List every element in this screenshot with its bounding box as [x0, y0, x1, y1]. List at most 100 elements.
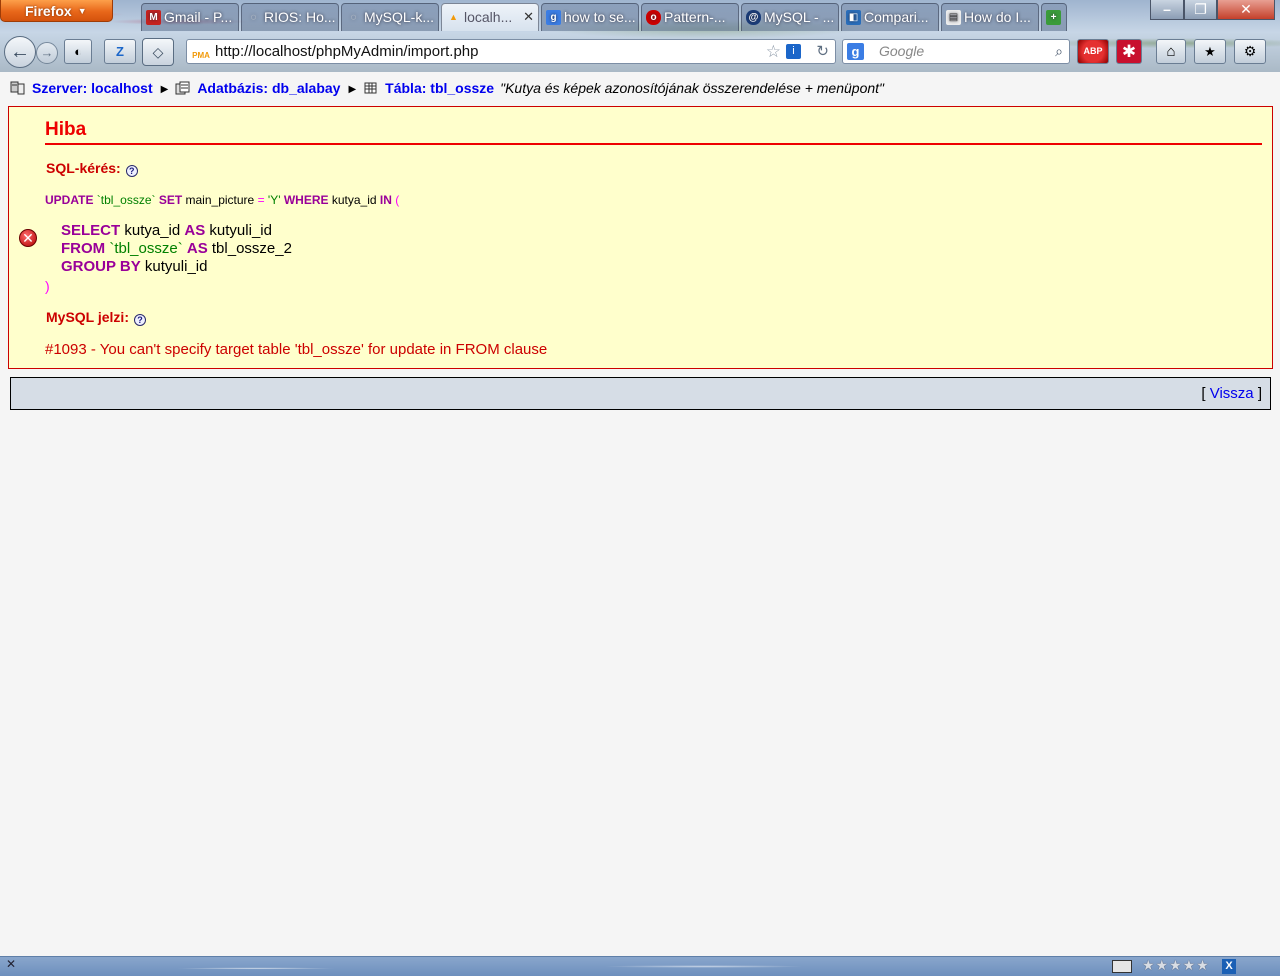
adblock-icon: ABP	[1083, 46, 1103, 56]
help-icon[interactable]: ?	[133, 314, 146, 326]
tab-how-to-se[interactable]: g how to se...	[541, 3, 639, 31]
url-bar[interactable]: PMA http://localhost/phpMyAdmin/import.p…	[186, 39, 836, 64]
sql-keyword: AS	[186, 240, 208, 257]
mysql-icon: @	[746, 10, 761, 25]
new-tab-button[interactable]: +	[1041, 3, 1067, 31]
reload-icon[interactable]: ↻	[816, 40, 829, 63]
diamond-icon: ◇	[152, 44, 164, 60]
new-tab-icon: +	[1046, 10, 1061, 25]
loading-icon: ◌	[250, 12, 257, 23]
gear-icon: ⚙	[1243, 43, 1257, 59]
arrow-left-icon: ←	[10, 41, 30, 63]
sql-column: main_picture	[185, 193, 255, 207]
breadcrumb-database-link[interactable]: Adatbázis: db_alabay	[197, 80, 340, 96]
tab-strip: Firefox ▼ M Gmail - P... ◌ RIOS: Ho... ◌ …	[0, 0, 1280, 32]
gmail-icon: M	[146, 10, 161, 25]
chevron-down-icon: ▼	[77, 6, 87, 16]
sql-keyword: IN	[379, 193, 392, 207]
sql-query-label-text: SQL-kérés:	[46, 160, 121, 176]
server-icon	[10, 81, 26, 95]
sql-operator: =	[257, 193, 265, 207]
phpmyadmin-site-icon: PMA	[192, 51, 210, 60]
tab-how-do-i[interactable]: ▤ How do I...	[941, 3, 1039, 31]
sql-column: kutya_id	[331, 193, 377, 207]
document-icon: ▤	[946, 10, 961, 25]
tab-rios[interactable]: ◌ RIOS: Ho...	[241, 3, 339, 31]
window-close-button[interactable]: ✕	[1217, 0, 1275, 20]
sql-keyword: UPDATE	[45, 193, 94, 207]
back-link[interactable]: Vissza	[1210, 385, 1254, 402]
sql-table-name: `tbl_ossze`	[109, 240, 183, 257]
sql-table-name: `tbl_ossze`	[96, 193, 156, 207]
sql-query-label: SQL-kérés:?	[46, 160, 138, 177]
arrow-right-icon: →	[40, 45, 54, 60]
tab-compari[interactable]: ◧ Compari...	[841, 3, 939, 31]
location-addon-button[interactable]: ◇	[142, 38, 174, 66]
tab-label: MySQL - ...	[764, 9, 835, 25]
status-bar: ✕ ★★★★★ X	[0, 956, 1280, 976]
search-placeholder: Google	[879, 43, 925, 59]
tab-mysql[interactable]: @ MySQL - ...	[741, 3, 839, 31]
close-tab-icon[interactable]: ✕	[523, 4, 534, 30]
back-close-bracket: ]	[1257, 385, 1262, 402]
mysql-said-label-text: MySQL jelzi:	[46, 309, 129, 325]
adblock-button[interactable]: ABP	[1077, 39, 1109, 64]
breadcrumb: Szerver: localhost ▶ Adatbázis: db_alabay…	[10, 80, 884, 100]
tab-mysql-k[interactable]: ◌ MySQL-k...	[341, 3, 439, 31]
zotero-button[interactable]: Z	[104, 39, 136, 64]
minimize-icon: –	[1163, 1, 1171, 17]
lastpass-button[interactable]: ✱	[1116, 39, 1142, 64]
bookmark-star-icon[interactable]: ☆	[766, 40, 781, 63]
tab-label: MySQL-k...	[364, 9, 435, 25]
sql-subquery-line: SELECT kutya_id AS kutyuli_id	[61, 222, 292, 240]
page-content: Szerver: localhost ▶ Adatbázis: db_alabay…	[0, 72, 1280, 956]
back-button[interactable]: ←	[4, 36, 36, 68]
sql-subquery-line: GROUP BY kutyuli_id	[61, 258, 292, 276]
minimize-button[interactable]: –	[1150, 0, 1184, 20]
help-icon[interactable]: ?	[125, 165, 138, 177]
info-icon[interactable]: i	[786, 44, 801, 59]
triangle-right-icon: ▶	[160, 84, 169, 95]
tab-label: How do I...	[964, 9, 1031, 25]
forward-button[interactable]: →	[36, 42, 58, 64]
tab-localhost[interactable]: ▲ localh... ✕	[441, 3, 539, 31]
back-bar: [ Vissza ]	[10, 377, 1271, 410]
url-text: http://localhost/phpMyAdmin/import.php	[215, 43, 479, 60]
google-icon: g	[546, 10, 561, 25]
loading-icon: ◌	[350, 12, 357, 23]
tab-pattern[interactable]: o Pattern-...	[641, 3, 739, 31]
rating-stars-icon[interactable]: ★★★★★	[1142, 957, 1210, 974]
table-icon	[363, 81, 379, 95]
error-message: #1093 - You can't specify target table '…	[45, 341, 548, 358]
restore-button[interactable]: ❐	[1184, 0, 1217, 20]
tab-label: RIOS: Ho...	[264, 9, 336, 25]
tab-label: Gmail - P...	[164, 9, 233, 25]
breadcrumb-table-link[interactable]: Tábla: tbl_ossze	[385, 80, 494, 96]
sql-column: kutya_id	[124, 222, 181, 239]
search-bar[interactable]: g Google ⌕	[842, 39, 1070, 64]
sql-value: 'Y'	[267, 193, 281, 207]
table-comment: "Kutya és képek azonosítójának összerend…	[500, 80, 884, 96]
sql-subquery: SELECT kutya_id AS kutyuli_id FROM `tbl_…	[61, 222, 292, 276]
search-icon[interactable]: ⌕	[1055, 40, 1063, 63]
triangle-right-icon: ▶	[348, 84, 357, 95]
sql-alias: tbl_ossze_2	[211, 240, 292, 257]
xmarks-icon[interactable]: X	[1222, 959, 1236, 974]
breadcrumb-server-link[interactable]: Szerver: localhost	[32, 80, 153, 96]
tools-button[interactable]: ⚙	[1234, 39, 1266, 64]
addon-bar-icon[interactable]	[1112, 960, 1132, 973]
firefox-menu-button[interactable]: Firefox ▼	[0, 0, 113, 22]
mysql-said-label: MySQL jelzi:?	[46, 309, 146, 326]
toolbar-addon-button[interactable]: ◐	[64, 39, 92, 64]
home-icon: ⌂	[1166, 43, 1176, 60]
phpmyadmin-icon: ▲	[449, 12, 458, 22]
sql-close-paren: )	[45, 278, 50, 294]
sql-paren: (	[395, 193, 400, 207]
close-icon[interactable]: ✕	[6, 957, 16, 971]
google-search-engine-icon[interactable]: g	[847, 43, 864, 60]
firefox-menu-label: Firefox	[25, 3, 72, 19]
bookmarks-button[interactable]: ★	[1194, 39, 1226, 64]
home-button[interactable]: ⌂	[1156, 39, 1186, 64]
sql-keyword: SELECT	[61, 222, 121, 239]
tab-gmail[interactable]: M Gmail - P...	[141, 3, 239, 31]
